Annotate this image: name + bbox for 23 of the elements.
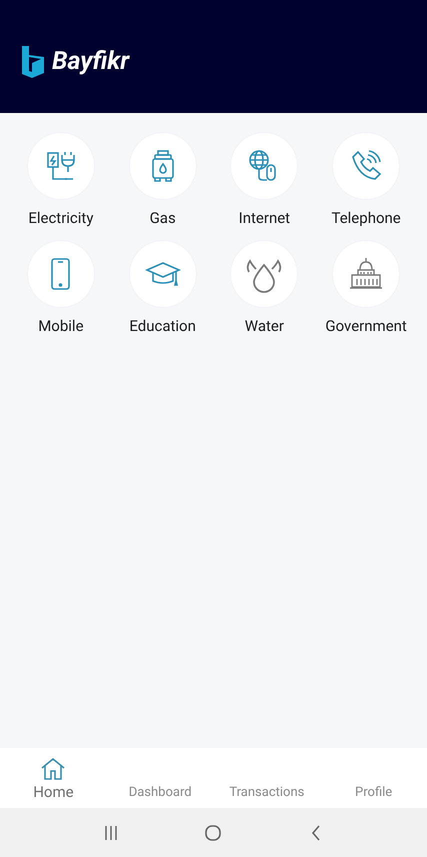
graduation-cap-icon (144, 262, 181, 286)
capitol-building-icon (349, 257, 383, 289)
category-label: Mobile (38, 317, 84, 335)
home-icon (40, 757, 66, 781)
plug-icon (47, 151, 75, 180)
category-label: Telephone (331, 209, 401, 227)
logo-icon (20, 44, 46, 78)
nav-tab[interactable]: Dashboard (106, 748, 214, 808)
category-label: Internet (238, 209, 290, 227)
globe-mouse-icon (250, 150, 276, 181)
nav-tab[interactable]: Home (0, 748, 107, 808)
telephone-icon (352, 150, 381, 180)
smartphone-icon (51, 258, 70, 290)
gas-cylinder-icon (152, 150, 174, 182)
water-drops-icon (247, 260, 282, 293)
nav-tab[interactable]: Profile (320, 748, 427, 808)
category-label: Government (325, 317, 407, 335)
category-label: Water (244, 317, 284, 335)
category-label: Electricity (28, 209, 94, 227)
category-label: Gas (150, 209, 176, 227)
logo-text: Bayfikr (52, 47, 130, 76)
category-label: Education (129, 317, 196, 335)
nav-tab[interactable]: Transactions (214, 748, 320, 808)
